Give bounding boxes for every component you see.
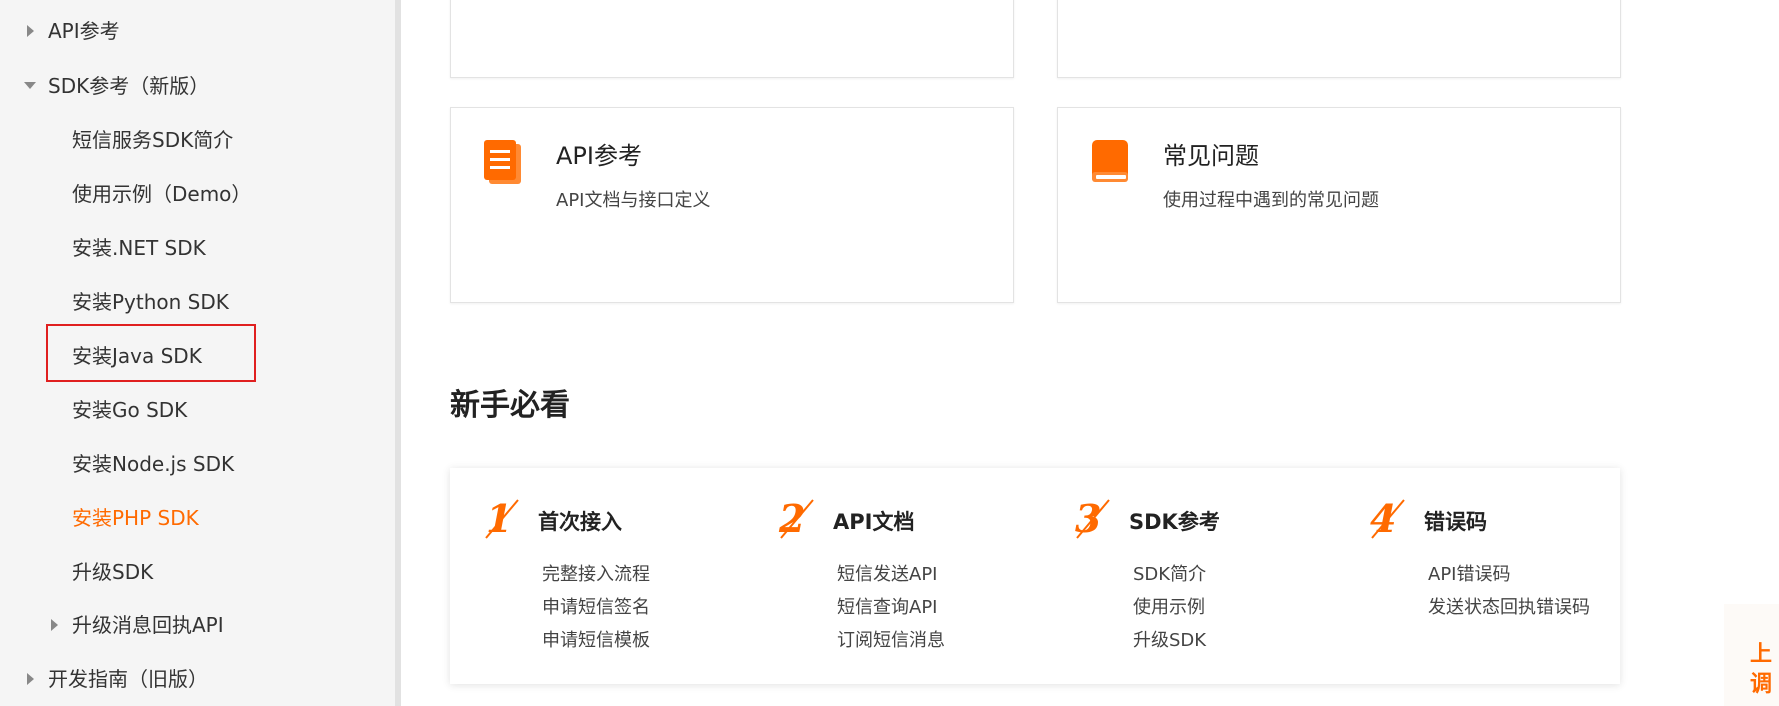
card-title: API参考 (556, 142, 642, 170)
step-title: SDK参考 (1129, 510, 1220, 534)
step-number-3-icon: 3 (1075, 496, 1110, 541)
sidebar-item-sdk-intro[interactable]: 短信服务SDK简介 (72, 122, 233, 158)
step-error-codes: 4 错误码 API错误码 发送状态回执错误码 (1336, 468, 1626, 684)
step-number-4-icon: 4 (1370, 496, 1405, 541)
sidebar-item-install-nodejs-sdk[interactable]: 安装Node.js SDK (72, 446, 234, 482)
widget-text-line: 调 (1750, 672, 1773, 697)
caret-right-icon[interactable] (27, 673, 34, 685)
sidebar-item-sdk-reference-new[interactable]: SDK参考（新版） (48, 68, 209, 104)
sidebar-item-install-python-sdk[interactable]: 安装Python SDK (72, 284, 229, 320)
step-first-access: 1 首次接入 完整接入流程 申请短信签名 申请短信模板 (450, 468, 740, 684)
card-top-right[interactable] (1057, 0, 1621, 78)
sidebar-item-install-go-sdk[interactable]: 安装Go SDK (72, 392, 187, 428)
step-link[interactable]: API错误码 (1428, 560, 1510, 586)
svg-text:1: 1 (486, 496, 512, 541)
sidebar-item-upgrade-sdk[interactable]: 升级SDK (72, 554, 153, 590)
card-subtitle: API文档与接口定义 (556, 190, 711, 211)
caret-down-icon[interactable] (24, 82, 36, 89)
step-link[interactable]: 使用示例 (1133, 593, 1205, 619)
step-title: 首次接入 (538, 510, 622, 534)
step-title: API文档 (833, 510, 915, 534)
card-top-left[interactable] (450, 0, 1014, 78)
step-number-1-icon: 1 (485, 496, 519, 541)
widget-text-line: 上 (1750, 642, 1773, 667)
step-link[interactable]: 订阅短信消息 (837, 626, 945, 652)
step-link[interactable]: SDK简介 (1133, 560, 1206, 586)
card-subtitle: 使用过程中遇到的常见问题 (1163, 190, 1379, 211)
card-title: 常见问题 (1163, 142, 1259, 170)
svg-text:3: 3 (1075, 496, 1101, 541)
sidebar-item-install-dotnet-sdk[interactable]: 安装.NET SDK (72, 230, 206, 266)
svg-text:2: 2 (778, 496, 805, 541)
step-link[interactable]: 发送状态回执错误码 (1428, 593, 1590, 619)
caret-right-icon[interactable] (51, 619, 58, 631)
caret-right-icon[interactable] (27, 25, 34, 37)
sidebar-item-install-java-sdk[interactable]: 安装Java SDK (72, 338, 202, 374)
document-icon (484, 140, 521, 184)
sidebar-item-demo[interactable]: 使用示例（Demo） (72, 176, 251, 212)
section-title-newbie: 新手必看 (450, 388, 570, 423)
svg-text:4: 4 (1370, 496, 1396, 541)
newbie-steps-panel: 1 首次接入 完整接入流程 申请短信签名 申请短信模板 2 API文档 短信发送… (450, 468, 1620, 684)
sidebar-item-install-php-sdk[interactable]: 安装PHP SDK (72, 500, 199, 536)
card-api-reference[interactable]: API参考 API文档与接口定义 (450, 107, 1014, 303)
step-link[interactable]: 升级SDK (1133, 626, 1206, 652)
step-link[interactable]: 短信发送API (837, 560, 937, 586)
sidebar-item-dev-guide-old[interactable]: 开发指南（旧版） (48, 661, 208, 697)
step-api-docs: 2 API文档 短信发送API 短信查询API 订阅短信消息 (745, 468, 1035, 684)
step-number-2-icon: 2 (778, 496, 814, 541)
step-link[interactable]: 申请短信模板 (542, 626, 650, 652)
sidebar: API参考 SDK参考（新版） 短信服务SDK简介 使用示例（Demo） 安装.… (0, 0, 401, 706)
sidebar-item-api-reference[interactable]: API参考 (48, 13, 120, 49)
floating-feedback-widget[interactable]: 上 调 (1724, 604, 1779, 706)
step-link[interactable]: 短信查询API (837, 593, 937, 619)
step-title: 错误码 (1424, 510, 1487, 534)
step-sdk-reference: 3 SDK参考 SDK简介 使用示例 升级SDK (1041, 468, 1331, 684)
step-link[interactable]: 完整接入流程 (542, 560, 650, 586)
book-icon (1092, 140, 1128, 182)
step-link[interactable]: 申请短信签名 (542, 593, 650, 619)
card-faq[interactable]: 常见问题 使用过程中遇到的常见问题 (1057, 107, 1621, 303)
sidebar-item-upgrade-receipt-api[interactable]: 升级消息回执API (72, 607, 224, 643)
